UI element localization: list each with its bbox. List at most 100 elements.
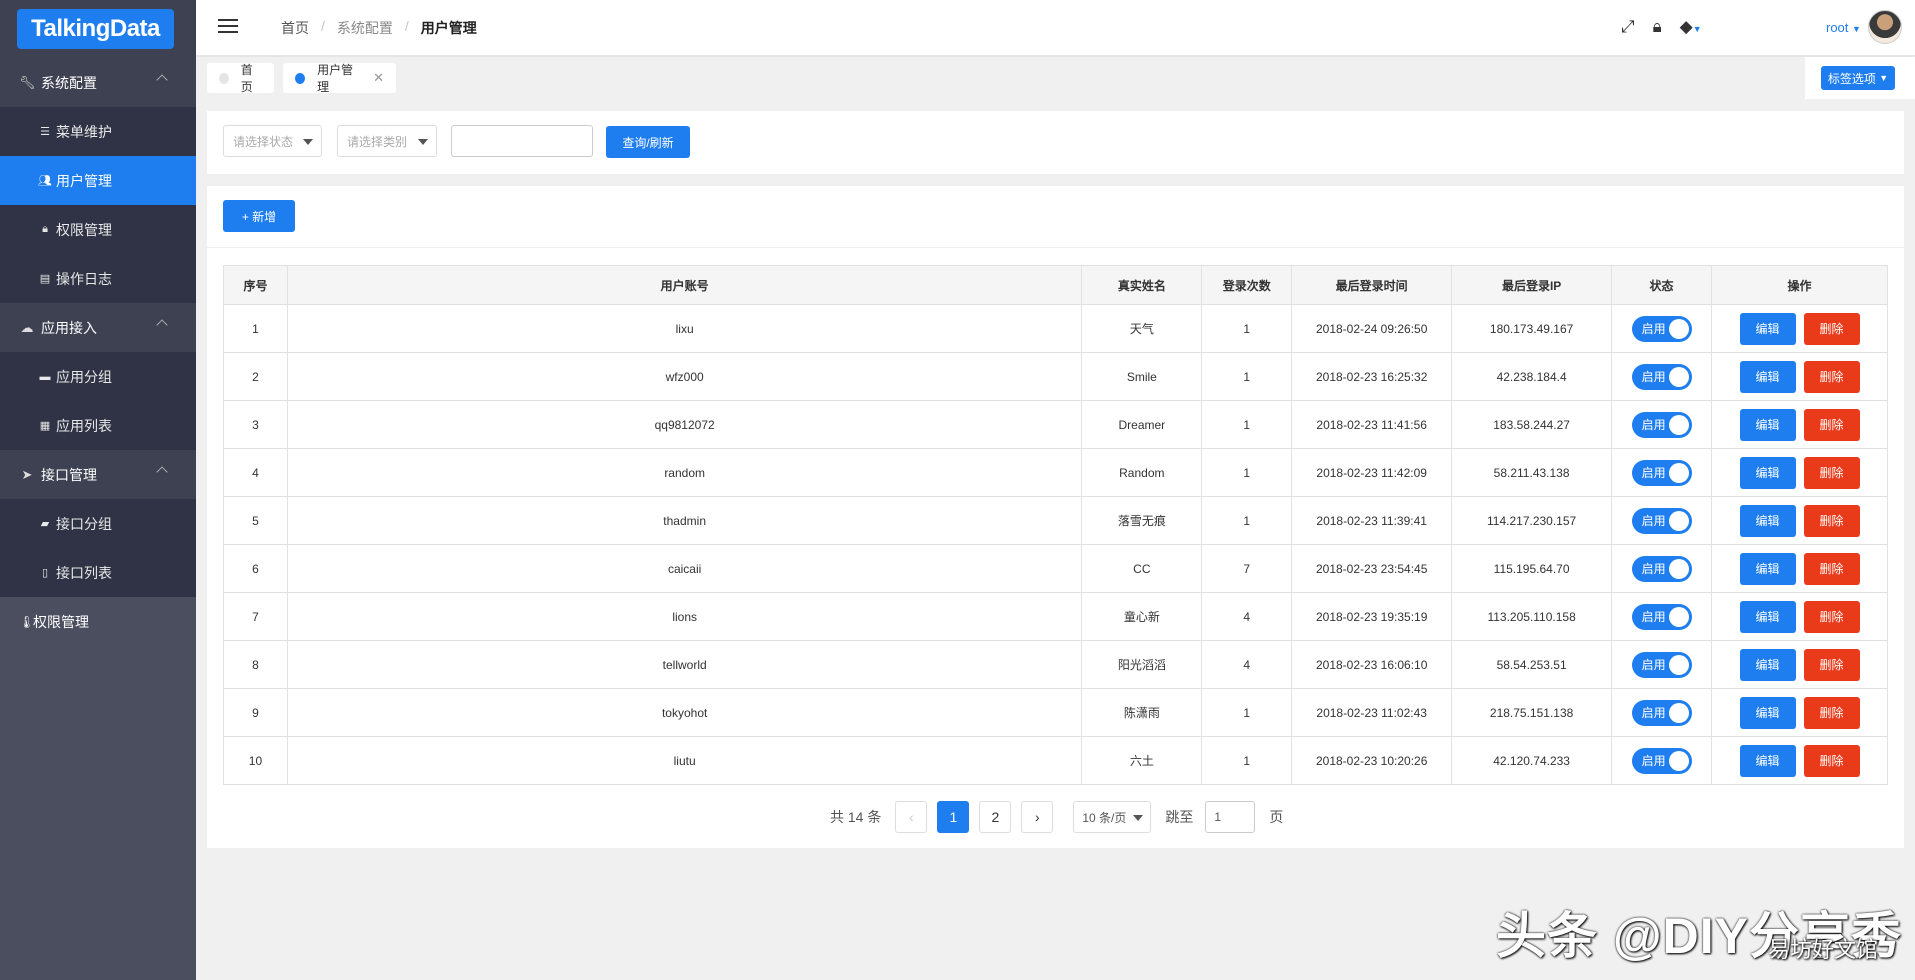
delete-button[interactable]: 删除 xyxy=(1803,600,1860,633)
breadcrumb-home[interactable]: 首页 xyxy=(281,18,309,38)
jump-page-input[interactable]: 1 xyxy=(1205,801,1256,833)
delete-button[interactable]: 删除 xyxy=(1803,744,1860,777)
delete-button[interactable]: 删除 xyxy=(1803,504,1860,537)
avatar[interactable] xyxy=(1868,10,1902,44)
sidebar-group-0[interactable]: 🔧︎ 系统配置 xyxy=(0,58,196,107)
logo[interactable]: TalkingData xyxy=(17,9,174,49)
toggle-knob xyxy=(1668,462,1689,483)
page-2-button[interactable]: 2 xyxy=(979,801,1012,833)
edit-button[interactable]: 编辑 xyxy=(1739,312,1796,345)
query-refresh-button[interactable]: 查询/刷新 xyxy=(606,126,690,158)
cell-realname: Smile xyxy=(1081,352,1203,401)
edit-button[interactable]: 编辑 xyxy=(1739,552,1796,585)
sidebar-item-1-0[interactable]: ▬ 应用分组 xyxy=(0,352,196,401)
status-toggle[interactable]: 启用 xyxy=(1631,315,1692,342)
cell-realname: 天气 xyxy=(1081,304,1203,353)
table-icon: ▦ xyxy=(39,420,51,432)
page-size-select[interactable]: 10 条/页 xyxy=(1073,801,1152,833)
cell-actions: 编辑 删除 xyxy=(1711,304,1888,353)
col-header: 最后登录时间 xyxy=(1291,265,1453,305)
lock-screen-icon[interactable]: 🔒︎ xyxy=(1653,17,1662,37)
status-toggle[interactable]: 启用 xyxy=(1631,411,1692,438)
cell-last-login-ip: 42.120.74.233 xyxy=(1451,736,1613,785)
cell-last-login-time: 2018-02-23 19:35:19 xyxy=(1291,592,1453,641)
sidebar-item-0-1[interactable]: 👥︎ 用户管理 xyxy=(0,156,196,205)
status-toggle[interactable]: 启用 xyxy=(1631,459,1692,486)
status-toggle[interactable]: 启用 xyxy=(1631,651,1692,678)
search-input[interactable] xyxy=(451,125,593,157)
sidebar-item-label: 菜单维护 xyxy=(56,123,112,140)
cell-login-count: 1 xyxy=(1201,688,1293,737)
delete-button[interactable]: 删除 xyxy=(1803,408,1860,441)
cell-index: 8 xyxy=(223,640,288,689)
status-select[interactable]: 请选择状态 xyxy=(223,125,322,157)
cell-last-login-ip: 113.205.110.158 xyxy=(1451,592,1613,641)
cell-last-login-time: 2018-02-23 10:20:26 xyxy=(1291,736,1453,785)
chevron-up-icon xyxy=(156,466,168,478)
cell-last-login-time: 2018-02-24 09:26:50 xyxy=(1291,304,1453,353)
sidebar-item-0-0[interactable]: ☰ 菜单维护 xyxy=(0,107,196,156)
tab-dot-icon xyxy=(295,72,306,84)
edit-button[interactable]: 编辑 xyxy=(1739,504,1796,537)
sidebar-group-label: 接口管理 xyxy=(41,466,97,483)
add-button[interactable]: + 新增 xyxy=(223,200,295,232)
cell-last-login-ip: 115.195.64.70 xyxy=(1451,544,1613,593)
sidebar-group-2[interactable]: ➤ 接口管理 xyxy=(0,450,196,499)
next-page-icon[interactable]: › xyxy=(1021,801,1054,833)
col-header: 状态 xyxy=(1611,265,1713,305)
delete-button[interactable]: 删除 xyxy=(1803,648,1860,681)
delete-button[interactable]: 删除 xyxy=(1803,696,1860,729)
edit-button[interactable]: 编辑 xyxy=(1739,456,1796,489)
cell-index: 1 xyxy=(223,304,288,353)
fullscreen-icon[interactable]: ⤢ xyxy=(1621,17,1635,37)
edit-button[interactable]: 编辑 xyxy=(1739,648,1796,681)
sidebar-item-0-3[interactable]: ▤ 操作日志 xyxy=(0,254,196,303)
delete-button[interactable]: 删除 xyxy=(1803,360,1860,393)
status-toggle[interactable]: 启用 xyxy=(1631,747,1692,774)
chevron-up-icon xyxy=(156,74,168,86)
status-toggle[interactable]: 启用 xyxy=(1631,603,1692,630)
edit-button[interactable]: 编辑 xyxy=(1739,360,1796,393)
tab-home[interactable]: 首页 xyxy=(207,63,274,94)
status-toggle[interactable]: 启用 xyxy=(1631,363,1692,390)
sidebar-group-1[interactable]: ☁ 应用接入 xyxy=(0,303,196,352)
delete-button[interactable]: 删除 xyxy=(1803,456,1860,489)
tab-user-management[interactable]: 用户管理 ✕ xyxy=(283,63,396,94)
status-toggle[interactable]: 启用 xyxy=(1631,507,1692,534)
sidebar-item-2-0[interactable]: ▰ 接口分组 xyxy=(0,499,196,548)
sidebar-item-permission[interactable]: 🌡︎ 权限管理 xyxy=(0,597,196,646)
edit-button[interactable]: 编辑 xyxy=(1739,600,1796,633)
category-select[interactable]: 请选择类别 xyxy=(337,125,437,157)
status-toggle-label: 启用 xyxy=(1641,370,1666,384)
status-toggle[interactable]: 启用 xyxy=(1631,555,1692,582)
menu-toggle-icon[interactable] xyxy=(218,19,238,34)
tab-options-button[interactable]: 标签选项 ▼ xyxy=(1821,66,1895,90)
delete-button[interactable]: 删除 xyxy=(1803,312,1860,345)
edit-button[interactable]: 编辑 xyxy=(1739,408,1796,441)
page-1-button[interactable]: 1 xyxy=(937,801,970,833)
close-icon[interactable]: ✕ xyxy=(373,70,384,86)
cell-index: 9 xyxy=(223,688,288,737)
prev-page-icon[interactable]: ‹ xyxy=(895,801,928,833)
status-toggle[interactable]: 启用 xyxy=(1631,699,1692,726)
cell-status: 启用 xyxy=(1611,736,1713,785)
caret-down-icon xyxy=(418,139,428,145)
delete-button[interactable]: 删除 xyxy=(1803,552,1860,585)
sidebar-item-0-2[interactable]: 🔒︎ 权限管理 xyxy=(0,205,196,254)
sidebar-item-1-1[interactable]: ▦ 应用列表 xyxy=(0,401,196,450)
edit-button[interactable]: 编辑 xyxy=(1739,744,1796,777)
list-icon: ☰ xyxy=(40,126,50,138)
user-menu[interactable]: root ▼ xyxy=(1826,20,1861,35)
table-row: 2 wfz000 Smile 1 2018-02-23 16:25:32 42.238.1… xyxy=(223,352,1888,401)
theme-paint-icon[interactable]: ◆▼ xyxy=(1680,17,1702,37)
sidebar-item-label: 应用分组 xyxy=(56,368,112,385)
breadcrumb-system-config[interactable]: 系统配置 xyxy=(337,18,393,38)
edit-button[interactable]: 编辑 xyxy=(1739,696,1796,729)
breadcrumb-current: 用户管理 xyxy=(420,20,477,36)
cell-actions: 编辑 删除 xyxy=(1711,448,1888,497)
sidebar-item-2-1[interactable]: ▯ 接口列表 xyxy=(0,548,196,597)
cell-login-count: 1 xyxy=(1201,400,1293,449)
cell-actions: 编辑 删除 xyxy=(1711,352,1888,401)
cell-status: 启用 xyxy=(1611,592,1713,641)
folder-icon: ▬ xyxy=(39,370,51,383)
